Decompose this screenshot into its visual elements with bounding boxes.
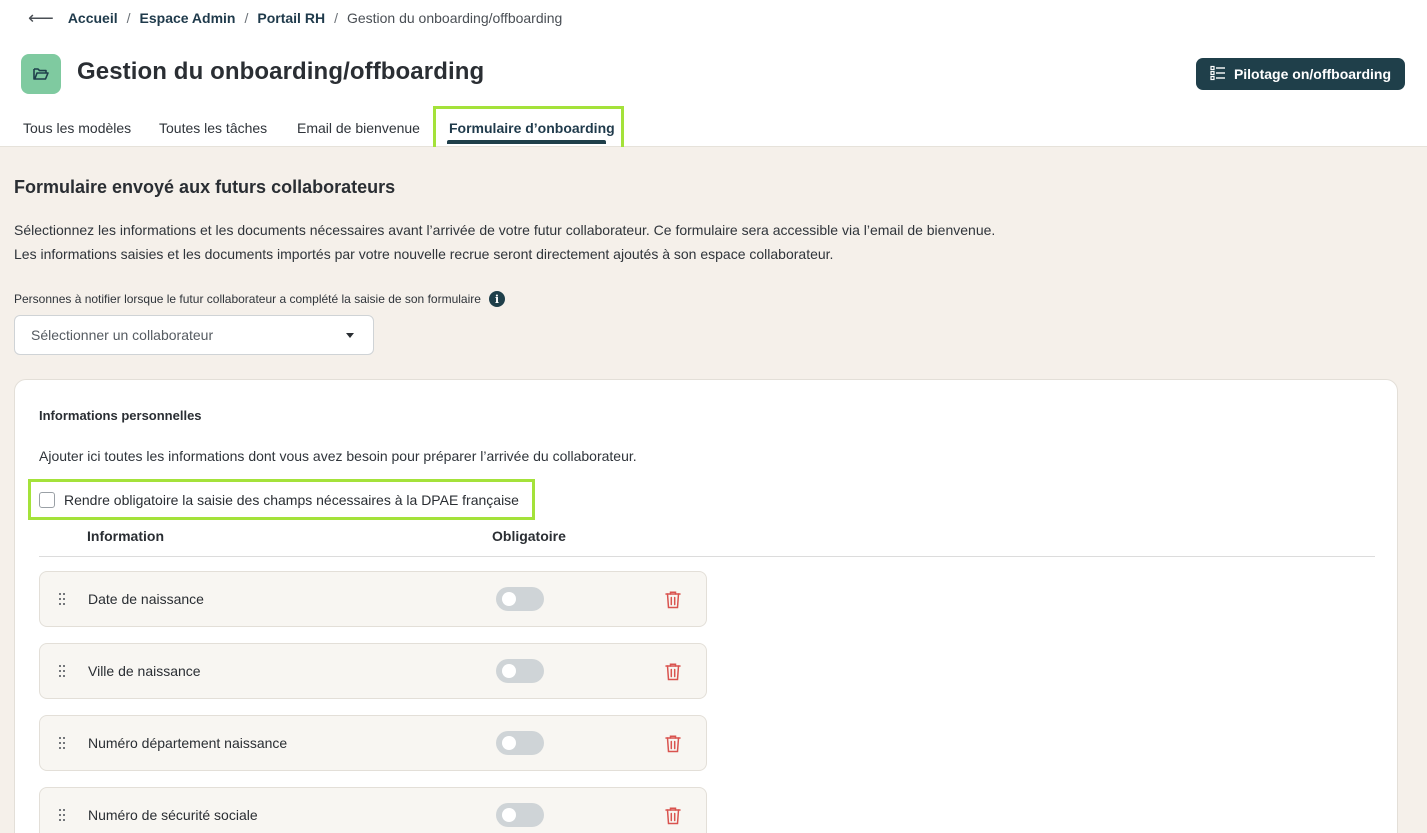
tab-toutes-les-taches[interactable]: Toutes les tâches <box>159 110 267 147</box>
info-icon[interactable]: i <box>488 291 505 307</box>
tab-email-de-bienvenue[interactable]: Email de bienvenue <box>297 110 420 147</box>
field-row: Ville de naissance <box>39 643 707 699</box>
pilotage-button[interactable]: Pilotage on/offboarding <box>1196 58 1405 90</box>
column-header-information: Information <box>87 528 164 544</box>
back-arrow-icon[interactable]: ⟵ <box>28 9 54 27</box>
breadcrumb-item-accueil[interactable]: Accueil <box>68 10 118 26</box>
trash-icon[interactable] <box>664 734 682 754</box>
trash-icon[interactable] <box>664 662 682 682</box>
pilotage-button-label: Pilotage on/offboarding <box>1233 66 1392 82</box>
dpae-checkbox-row[interactable]: Rendre obligatoire la saisie des champs … <box>39 492 519 508</box>
breadcrumb-item-portail-rh[interactable]: Portail RH <box>257 10 325 26</box>
section-title: Formulaire envoyé aux futurs collaborate… <box>14 177 396 197</box>
card-description: Ajouter ici toutes les informations dont… <box>39 448 637 464</box>
breadcrumb-separator: / <box>126 10 131 26</box>
required-toggle[interactable] <box>496 659 544 683</box>
breadcrumb-separator: / <box>244 10 249 26</box>
field-row-label: Date de naissance <box>88 591 204 607</box>
required-toggle[interactable] <box>496 587 544 611</box>
required-toggle[interactable] <box>496 731 544 755</box>
list-icon <box>1210 65 1226 84</box>
dpae-label: Rendre obligatoire la saisie des champs … <box>64 492 519 508</box>
field-row: Numéro de sécurité sociale <box>39 787 707 833</box>
field-row: Date de naissance <box>39 571 707 627</box>
collaborator-select-placeholder: Sélectionner un collaborateur <box>31 327 214 343</box>
page-title: Gestion du onboarding/offboarding <box>77 58 485 85</box>
field-row-label: Numéro de sécurité sociale <box>88 807 258 823</box>
toggle-knob <box>502 736 516 750</box>
personal-info-card: Informations personnelles Ajouter ici to… <box>14 379 1398 833</box>
field-row: Numéro département naissance <box>39 715 707 771</box>
breadcrumb-current: Gestion du onboarding/offboarding <box>346 10 563 26</box>
toggle-knob <box>502 592 516 606</box>
toggle-knob <box>502 664 516 678</box>
drag-handle-icon[interactable] <box>58 592 66 606</box>
header-divider <box>39 556 1375 557</box>
drag-handle-icon[interactable] <box>58 664 66 678</box>
field-row-label: Ville de naissance <box>88 663 201 679</box>
description-line-2: Les informations saisies et les document… <box>14 246 834 262</box>
notify-label-text: Personnes à notifier lorsque le futur co… <box>14 292 481 306</box>
active-tab-indicator <box>447 140 606 144</box>
folder-open-icon <box>21 54 61 94</box>
breadcrumb-separator: / <box>334 10 338 26</box>
caret-down-icon <box>346 333 354 338</box>
breadcrumb-item-espace-admin[interactable]: Espace Admin <box>140 10 236 26</box>
required-toggle[interactable] <box>496 803 544 827</box>
dpae-checkbox[interactable] <box>39 492 55 508</box>
breadcrumb: ⟵ Accueil / Espace Admin / Portail RH / … <box>28 9 562 27</box>
card-title: Informations personnelles <box>39 408 202 423</box>
trash-icon[interactable] <box>664 590 682 610</box>
toggle-knob <box>502 808 516 822</box>
column-header-obligatoire: Obligatoire <box>492 528 566 544</box>
drag-handle-icon[interactable] <box>58 808 66 822</box>
trash-icon[interactable] <box>664 806 682 826</box>
tab-tous-les-modeles[interactable]: Tous les modèles <box>23 110 131 147</box>
description-line-1: Sélectionnez les informations et les doc… <box>14 222 996 238</box>
field-row-label: Numéro département naissance <box>88 735 288 751</box>
main-content: Formulaire envoyé aux futurs collaborate… <box>0 147 1427 833</box>
page-header: ⟵ Accueil / Espace Admin / Portail RH / … <box>0 0 1427 160</box>
drag-handle-icon[interactable] <box>58 736 66 750</box>
notify-label: Personnes à notifier lorsque le futur co… <box>14 291 505 307</box>
collaborator-select[interactable]: Sélectionner un collaborateur <box>14 315 374 355</box>
